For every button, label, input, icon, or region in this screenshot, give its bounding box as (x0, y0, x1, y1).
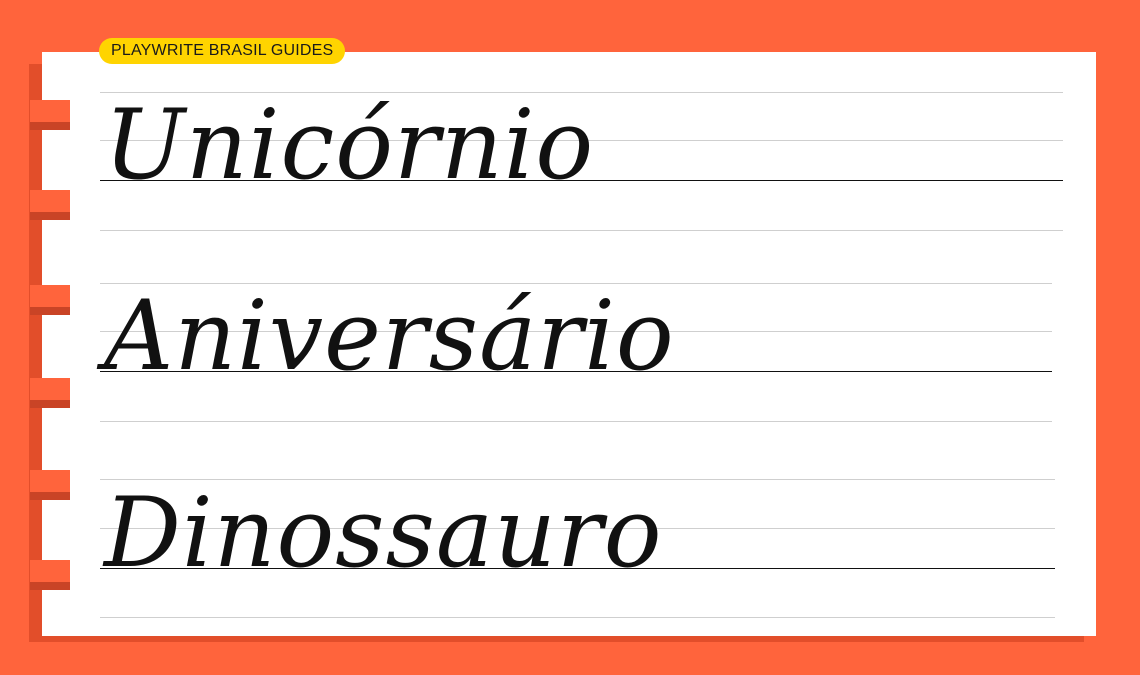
guide-line-descender (100, 617, 1055, 618)
practice-word-dinossauro: Dinossauro (104, 477, 663, 589)
binder-tab (30, 190, 70, 220)
practice-word-aniversario: Aniversário (104, 280, 675, 392)
binder-tab (30, 470, 70, 500)
guide-line-descender (100, 230, 1063, 231)
binder-tab (30, 560, 70, 590)
binder-tab (30, 378, 70, 408)
binder-tab (30, 100, 70, 130)
practice-word-unicornio: Unicórnio (104, 89, 595, 201)
guide-line-descender (100, 421, 1052, 422)
guides-badge: PLAYWRITE BRASIL GUIDES (99, 38, 346, 64)
binder-tab (30, 285, 70, 315)
